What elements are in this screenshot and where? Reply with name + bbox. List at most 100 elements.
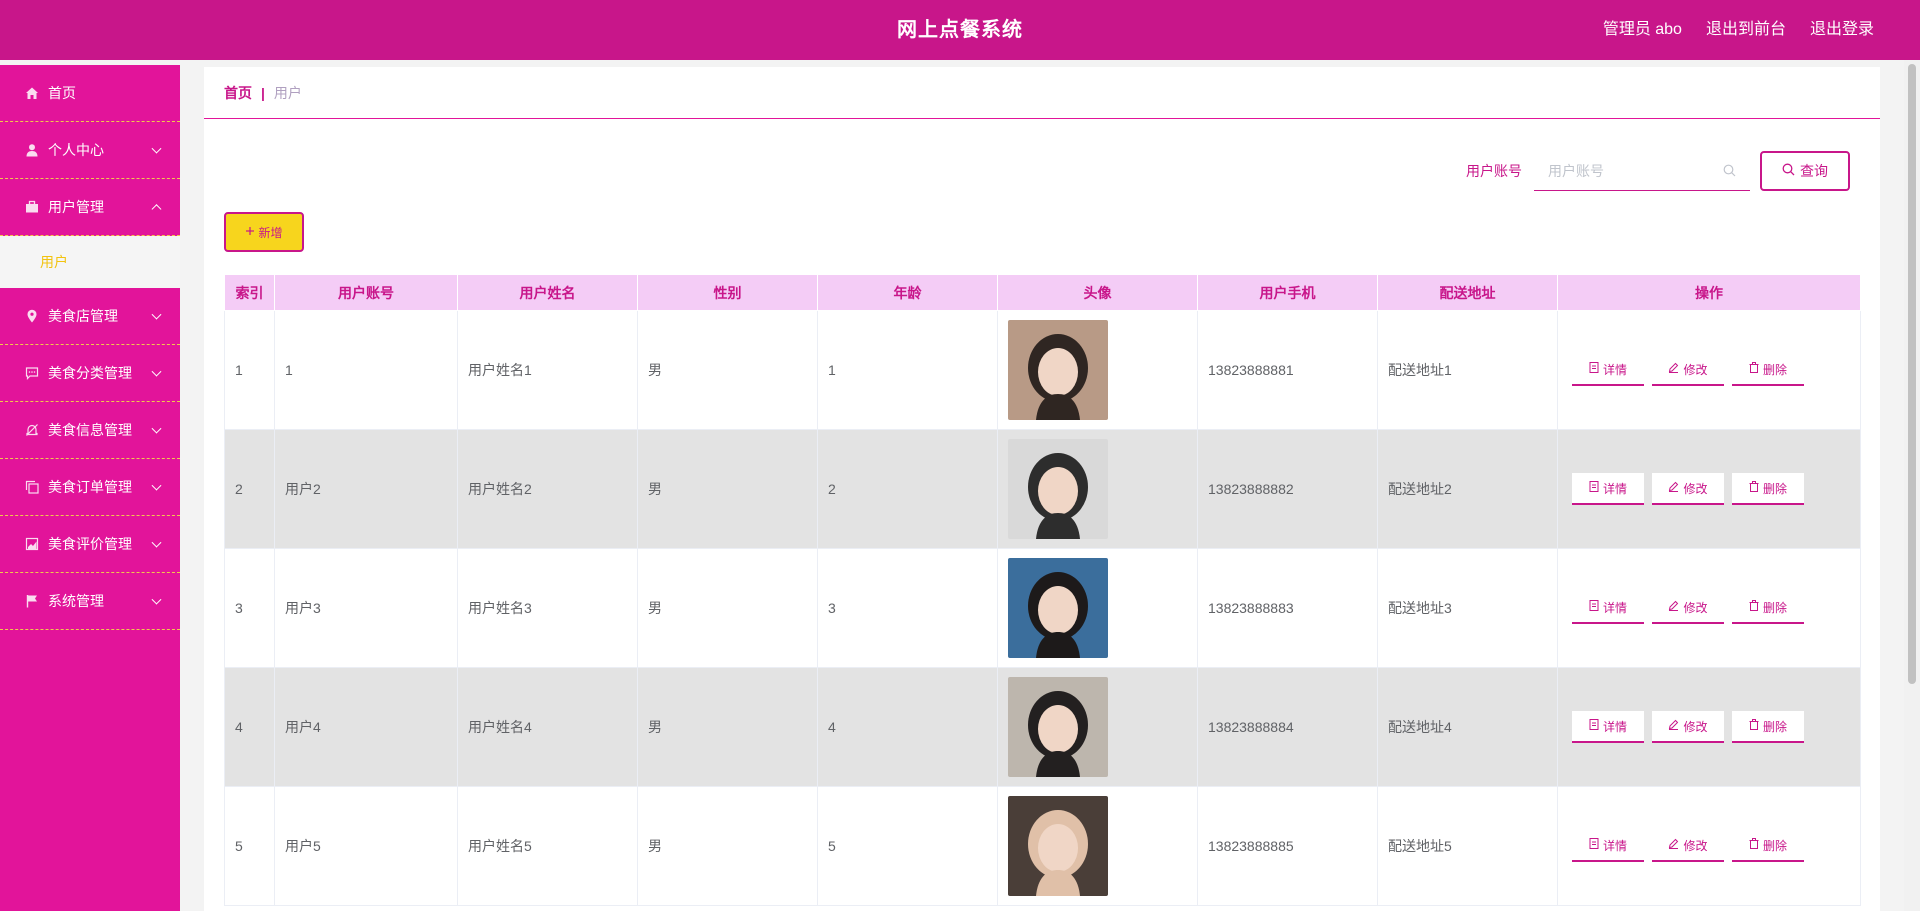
cell-avatar bbox=[997, 548, 1198, 668]
delete-button[interactable]: 删除 bbox=[1732, 592, 1804, 624]
plus-icon bbox=[245, 225, 255, 239]
cell-avatar bbox=[997, 667, 1198, 787]
cell-name: 用户姓名3 bbox=[457, 548, 638, 668]
cell-phone: 13823888885 bbox=[1197, 786, 1378, 906]
exit-to-front-link[interactable]: 退出到前台 bbox=[1706, 0, 1786, 60]
edit-icon bbox=[1668, 362, 1679, 376]
delete-button-label: 删除 bbox=[1762, 362, 1787, 377]
detail-button-label: 详情 bbox=[1602, 838, 1627, 853]
cell-avatar bbox=[997, 429, 1198, 549]
chevron-down-icon bbox=[151, 143, 162, 154]
cell-age: 2 bbox=[817, 429, 998, 549]
cell-index: 4 bbox=[224, 667, 275, 787]
sidebar-item-shop-management[interactable]: 美食店管理 bbox=[0, 288, 180, 345]
chevron-down-icon bbox=[151, 537, 162, 548]
cell-phone: 13823888881 bbox=[1197, 310, 1378, 430]
sidebar-item-label: 个人中心 bbox=[48, 142, 104, 158]
search-bar: 用户账号 查询 bbox=[1466, 151, 1850, 191]
edit-button[interactable]: 修改 bbox=[1652, 830, 1724, 862]
page-scrollbar[interactable] bbox=[1904, 60, 1920, 911]
sidebar-item-label: 美食评价管理 bbox=[48, 536, 132, 552]
edit-icon bbox=[1668, 838, 1679, 852]
search-icon bbox=[1782, 163, 1795, 179]
sidebar-item-review-management[interactable]: 美食评价管理 bbox=[0, 516, 180, 573]
briefcase-icon bbox=[24, 200, 39, 215]
sidebar-item-personal-center[interactable]: 个人中心 bbox=[0, 122, 180, 179]
breadcrumb-separator: | bbox=[261, 84, 265, 101]
sidebar-item-category-management[interactable]: 美食分类管理 bbox=[0, 345, 180, 402]
avatar[interactable] bbox=[1008, 558, 1108, 658]
cell-name: 用户姓名1 bbox=[457, 310, 638, 430]
scrollbar-thumb[interactable] bbox=[1908, 64, 1916, 684]
sidebar-item-label: 系统管理 bbox=[48, 593, 104, 609]
avatar[interactable] bbox=[1008, 677, 1108, 777]
chevron-down-icon bbox=[151, 480, 162, 491]
sidebar-item-order-management[interactable]: 美食订单管理 bbox=[0, 459, 180, 516]
cell-phone: 13823888884 bbox=[1197, 667, 1378, 787]
query-button-label: 查询 bbox=[1800, 163, 1828, 179]
cell-address: 配送地址1 bbox=[1377, 310, 1558, 430]
cell-index: 1 bbox=[224, 310, 275, 430]
edit-button[interactable]: 修改 bbox=[1652, 473, 1724, 505]
cell-age: 4 bbox=[817, 667, 998, 787]
cell-age: 1 bbox=[817, 310, 998, 430]
document-icon bbox=[1589, 362, 1599, 376]
sidebar-item-user-management[interactable]: 用户管理 bbox=[0, 179, 180, 236]
cell-name: 用户姓名4 bbox=[457, 667, 638, 787]
edit-button-label: 修改 bbox=[1683, 838, 1708, 853]
chevron-down-icon bbox=[151, 366, 162, 377]
edit-button-label: 修改 bbox=[1683, 481, 1708, 496]
table-header-row: 索引 用户账号 用户姓名 性别 年龄 头像 用户手机 配送地址 操作 bbox=[224, 274, 1861, 311]
delete-button[interactable]: 删除 bbox=[1732, 711, 1804, 743]
detail-button-label: 详情 bbox=[1602, 600, 1627, 615]
edit-button[interactable]: 修改 bbox=[1652, 711, 1724, 743]
avatar[interactable] bbox=[1008, 320, 1108, 420]
cell-index: 2 bbox=[224, 429, 275, 549]
cell-gender: 男 bbox=[637, 786, 818, 906]
sidebar-subitem-user[interactable]: 用户 bbox=[0, 236, 180, 288]
cell-account: 1 bbox=[274, 310, 458, 430]
avatar[interactable] bbox=[1008, 796, 1108, 896]
delete-button[interactable]: 删除 bbox=[1732, 354, 1804, 386]
document-icon bbox=[1589, 838, 1599, 852]
delete-button[interactable]: 删除 bbox=[1732, 473, 1804, 505]
delete-button-label: 删除 bbox=[1762, 600, 1787, 615]
detail-button[interactable]: 详情 bbox=[1572, 354, 1644, 386]
detail-button[interactable]: 详情 bbox=[1572, 473, 1644, 505]
query-button[interactable]: 查询 bbox=[1760, 151, 1850, 191]
sidebar-item-label: 美食分类管理 bbox=[48, 365, 132, 381]
edit-button[interactable]: 修改 bbox=[1652, 354, 1724, 386]
detail-button[interactable]: 详情 bbox=[1572, 711, 1644, 743]
detail-button[interactable]: 详情 bbox=[1572, 592, 1644, 624]
logout-link[interactable]: 退出登录 bbox=[1810, 0, 1874, 60]
cell-index: 5 bbox=[224, 786, 275, 906]
avatar[interactable] bbox=[1008, 439, 1108, 539]
edit-button[interactable]: 修改 bbox=[1652, 592, 1724, 624]
document-icon bbox=[1589, 600, 1599, 614]
sidebar: 首页 个人中心 用户管理 用户 美食店管理 美食分类管理 美食信息管理 美食订单… bbox=[0, 65, 180, 911]
detail-button[interactable]: 详情 bbox=[1572, 830, 1644, 862]
sidebar-item-system-management[interactable]: 系统管理 bbox=[0, 573, 180, 630]
delete-button-label: 删除 bbox=[1762, 719, 1787, 734]
table-row: 3 用户3 用户姓名3 男 3 13823888883 配送地址3 详情 修改 … bbox=[224, 548, 1861, 668]
table-row: 5 用户5 用户姓名5 男 5 13823888885 配送地址5 详情 修改 … bbox=[224, 786, 1861, 906]
cell-gender: 男 bbox=[637, 429, 818, 549]
delete-button[interactable]: 删除 bbox=[1732, 830, 1804, 862]
add-button[interactable]: 新增 bbox=[224, 212, 304, 252]
trash-icon bbox=[1749, 719, 1759, 733]
table-row: 4 用户4 用户姓名4 男 4 13823888884 配送地址4 详情 修改 … bbox=[224, 667, 1861, 787]
cell-avatar bbox=[997, 786, 1198, 906]
col-header-avatar: 头像 bbox=[997, 274, 1198, 311]
cell-actions: 详情 修改 删除 bbox=[1557, 548, 1861, 668]
sidebar-item-food-info-management[interactable]: 美食信息管理 bbox=[0, 402, 180, 459]
chevron-down-icon bbox=[151, 309, 162, 320]
breadcrumb-home[interactable]: 首页 bbox=[224, 83, 252, 103]
delete-button-label: 删除 bbox=[1762, 481, 1787, 496]
sidebar-item-home[interactable]: 首页 bbox=[0, 65, 180, 122]
col-header-account: 用户账号 bbox=[274, 274, 458, 311]
cell-name: 用户姓名2 bbox=[457, 429, 638, 549]
edit-button-label: 修改 bbox=[1683, 719, 1708, 734]
col-header-address: 配送地址 bbox=[1377, 274, 1558, 311]
search-label: 用户账号 bbox=[1466, 163, 1522, 179]
search-input[interactable] bbox=[1534, 151, 1750, 190]
